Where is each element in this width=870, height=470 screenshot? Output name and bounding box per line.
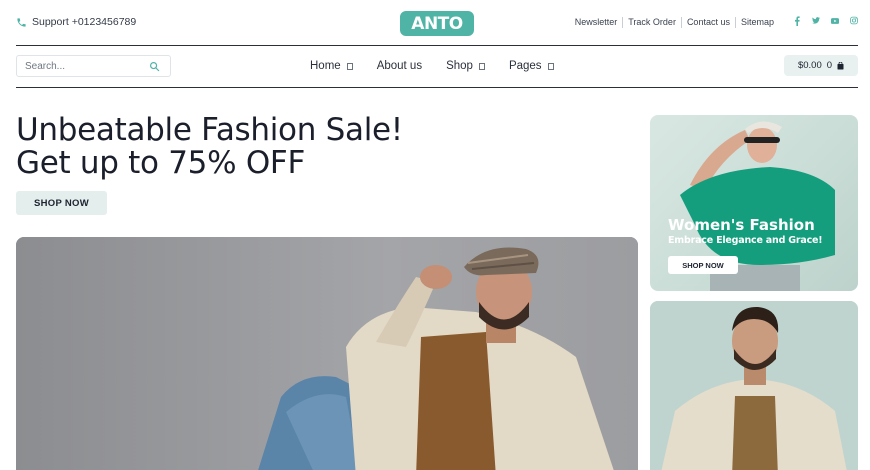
shopping-bag-icon [837, 61, 844, 69]
hero-headline: Unbeatable Fashion Sale! Get up to 75% O… [16, 114, 403, 180]
social-links [793, 15, 858, 26]
search-box [16, 55, 171, 77]
menu-item-pages[interactable]: Pages [509, 60, 554, 72]
dropdown-icon [547, 62, 554, 70]
menu-item-label: Home [310, 60, 341, 72]
man-in-jacket-photo [650, 301, 858, 470]
utility-links: Newsletter Track Order Contact us Sitema… [575, 17, 779, 28]
dropdown-icon [346, 62, 353, 70]
search-input[interactable] [17, 60, 137, 72]
youtube-icon[interactable] [831, 16, 839, 25]
twitter-icon[interactable] [812, 16, 820, 25]
main-navigation: Home About us Shop Pages $0.00 0 [16, 47, 858, 88]
support-text: Support +0123456789 [32, 16, 137, 28]
cart-count: 0 [826, 60, 833, 71]
menu-item-label: About us [376, 60, 423, 72]
menu-item-about-us[interactable]: About us [377, 60, 422, 72]
primary-menu: Home About us Shop Pages [310, 60, 578, 72]
newsletter-link[interactable]: Newsletter [575, 17, 623, 28]
hero-banner-image[interactable] [16, 237, 638, 470]
cart-total: $0.00 [797, 60, 822, 71]
support-contact[interactable]: Support +0123456789 [16, 16, 136, 28]
track-order-link[interactable]: Track Order [622, 17, 681, 28]
headline-line-2: Get up to 75% OFF [16, 145, 305, 181]
facebook-icon[interactable] [793, 15, 801, 26]
man-in-cap-photo [16, 237, 638, 470]
cart-button[interactable]: $0.00 0 [784, 55, 858, 76]
brand-logo[interactable]: ANTO [400, 11, 474, 36]
sitemap-link[interactable]: Sitemap [734, 17, 779, 28]
search-icon[interactable] [149, 61, 160, 72]
dropdown-icon [478, 62, 485, 70]
top-bar: Support +0123456789 ANTO Newsletter Trac… [16, 0, 858, 46]
card-subtitle: Embrace Elegance and Grace! [668, 235, 823, 246]
logo-text: ANTO [411, 13, 463, 34]
card-title: Women's Fashion [668, 216, 815, 234]
mens-fashion-card[interactable] [650, 301, 858, 470]
hero-shop-now-button[interactable]: SHOP NOW [16, 191, 107, 215]
menu-item-label: Shop [446, 60, 473, 72]
womens-fashion-card[interactable]: Women's Fashion Embrace Elegance and Gra… [650, 115, 858, 291]
contact-us-link[interactable]: Contact us [680, 17, 735, 28]
card-shop-now-button[interactable]: SHOP NOW [668, 256, 738, 274]
phone-icon [17, 17, 26, 27]
headline-line-1: Unbeatable Fashion Sale! [16, 112, 403, 148]
menu-item-shop[interactable]: Shop [446, 60, 485, 72]
menu-item-home[interactable]: Home [310, 60, 353, 72]
menu-item-label: Pages [508, 60, 542, 72]
instagram-icon[interactable] [850, 16, 858, 25]
